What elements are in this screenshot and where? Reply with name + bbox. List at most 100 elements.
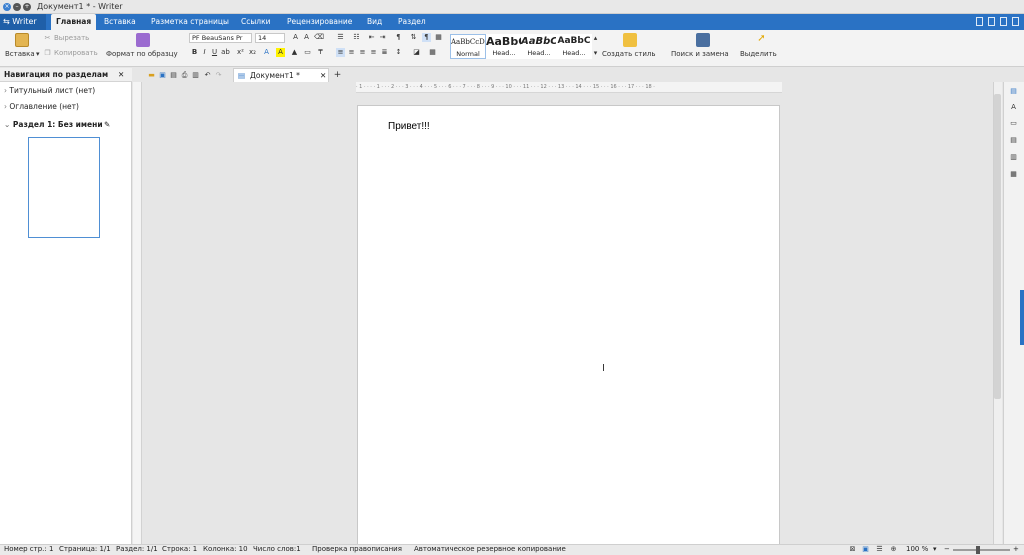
bullet-list-icon[interactable]: ☰ bbox=[336, 33, 345, 42]
format-painter-button[interactable]: Формат по образцу bbox=[106, 50, 178, 58]
nav-item-toc[interactable]: › Оглавление (нет) bbox=[0, 100, 132, 113]
style-heading-2[interactable]: AaBbC Head... bbox=[521, 34, 557, 59]
undo-icon[interactable]: ↶ bbox=[203, 71, 212, 80]
show-marks-icon[interactable]: ¶ bbox=[422, 33, 431, 42]
outline-view-icon[interactable]: ☰ bbox=[875, 545, 884, 554]
eye-protect-icon[interactable]: ⊠ bbox=[848, 545, 857, 554]
align-left-icon[interactable]: ≡ bbox=[336, 48, 345, 57]
styles-scroll-up-icon[interactable]: ▴ bbox=[591, 34, 600, 43]
find-replace-button[interactable]: Поиск и замена bbox=[671, 50, 729, 58]
italic-icon[interactable]: I bbox=[200, 48, 209, 57]
zoom-slider-handle[interactable] bbox=[976, 546, 980, 554]
create-style-button[interactable]: Создать стиль bbox=[602, 50, 656, 58]
char-border-icon[interactable]: ▭ bbox=[303, 48, 312, 57]
export-pdf-icon[interactable]: ▤ bbox=[169, 71, 178, 80]
text-direction-icon[interactable]: ¶ bbox=[394, 33, 403, 42]
char-shading-icon[interactable]: ▲ bbox=[290, 48, 299, 57]
share-icon[interactable]: ▦ bbox=[1009, 170, 1018, 179]
bold-icon[interactable]: B bbox=[190, 48, 199, 57]
page-view-icon[interactable]: ▣ bbox=[861, 545, 870, 554]
minimize-ribbon-icon[interactable] bbox=[1000, 17, 1007, 26]
superscript-icon[interactable]: x² bbox=[236, 48, 245, 57]
document-text[interactable]: Привет!!! bbox=[388, 121, 430, 132]
scrollbar-thumb[interactable] bbox=[994, 94, 1001, 399]
style-normal[interactable]: AaBbCcDd Normal bbox=[450, 34, 486, 59]
select-button[interactable]: Выделить bbox=[740, 50, 777, 58]
page-thumbnail[interactable] bbox=[28, 137, 100, 238]
save-icon[interactable]: ▣ bbox=[158, 71, 167, 80]
style-heading-1[interactable]: AaBbCHead... bbox=[486, 34, 522, 59]
tab-insert[interactable]: Вставка bbox=[99, 14, 141, 30]
backup-icon[interactable]: ▥ bbox=[1009, 153, 1018, 162]
new-tab-icon[interactable]: + bbox=[333, 71, 342, 80]
document-page[interactable] bbox=[357, 105, 780, 545]
print-icon[interactable]: ⎙ bbox=[180, 71, 189, 80]
shrink-font-icon[interactable]: A bbox=[302, 33, 311, 42]
zoom-level[interactable]: 100 % bbox=[906, 544, 928, 555]
zoom-dropdown-icon[interactable]: ▾ bbox=[933, 544, 937, 555]
side-panel-handle[interactable] bbox=[1020, 290, 1024, 345]
cut-button[interactable]: Вырезать bbox=[54, 34, 89, 42]
justify-icon[interactable]: ≡ bbox=[369, 48, 378, 57]
nav-item-section-1[interactable]: ⌄ Раздел 1: Без имени ✎ bbox=[0, 118, 132, 131]
select-objects-icon[interactable]: ▭ bbox=[1009, 119, 1018, 128]
sort-icon[interactable]: ⇅ bbox=[409, 33, 418, 42]
redo-icon[interactable]: ↷ bbox=[214, 71, 223, 80]
font-size-combo[interactable]: 14 bbox=[255, 33, 285, 43]
app-menu-button[interactable]: ⇆ Writer bbox=[0, 14, 46, 30]
decrease-indent-icon[interactable]: ⇤ bbox=[367, 33, 376, 42]
tab-page-layout[interactable]: Разметка страницы bbox=[146, 14, 234, 30]
new-doc-icon[interactable]: ▤ bbox=[1009, 87, 1018, 96]
subscript-icon[interactable]: x₂ bbox=[248, 48, 257, 57]
font-color-icon[interactable]: A bbox=[262, 48, 271, 57]
borders-icon[interactable]: ▦ bbox=[428, 48, 437, 57]
line-spacing-icon[interactable]: ↕ bbox=[394, 48, 403, 57]
close-tab-icon[interactable]: ✕ bbox=[320, 69, 326, 82]
skin-icon[interactable] bbox=[976, 17, 983, 26]
tab-references[interactable]: Ссылки bbox=[236, 14, 275, 30]
tab-review[interactable]: Рецензирование bbox=[282, 14, 357, 30]
styles-more-icon[interactable]: ▾ bbox=[591, 49, 600, 58]
underline-icon[interactable]: U bbox=[210, 48, 219, 57]
font-name-combo[interactable]: PF BeauSans Pr bbox=[189, 33, 252, 43]
autosave-status[interactable]: Автоматическое резервное копирование bbox=[414, 544, 566, 555]
align-center-icon[interactable]: ≡ bbox=[347, 48, 356, 57]
tab-view[interactable]: Вид bbox=[362, 14, 387, 30]
print-preview-icon[interactable]: ▥ bbox=[191, 71, 200, 80]
maximize-icon[interactable]: + bbox=[23, 3, 31, 11]
style-pane-icon[interactable]: A bbox=[1009, 103, 1018, 112]
edit-icon[interactable]: ✎ bbox=[104, 118, 110, 131]
copy-button[interactable]: Копировать bbox=[54, 49, 98, 57]
paste-button[interactable]: Вставка bbox=[5, 50, 35, 58]
increase-indent-icon[interactable]: ⇥ bbox=[378, 33, 387, 42]
chinese-layout-icon[interactable]: ▦ bbox=[434, 33, 443, 42]
spellcheck-toggle[interactable]: Проверка правописания bbox=[312, 544, 402, 555]
numbered-list-icon[interactable]: ☷ bbox=[352, 33, 361, 42]
zoom-in-icon[interactable]: + bbox=[1013, 544, 1019, 555]
clear-format-icon[interactable]: ⌫ bbox=[314, 33, 324, 42]
strikethrough-icon[interactable]: ab bbox=[221, 48, 230, 57]
zoom-out-icon[interactable]: − bbox=[944, 544, 950, 555]
tab-home[interactable]: Главная bbox=[51, 14, 97, 30]
help-icon[interactable] bbox=[1012, 17, 1019, 26]
nav-item-title-page[interactable]: › Титульный лист (нет) bbox=[0, 84, 132, 97]
close-icon[interactable]: ✕ bbox=[118, 68, 124, 82]
paragraph-shading-icon[interactable]: ◪ bbox=[412, 48, 421, 57]
word-count[interactable]: Число слов:1 bbox=[253, 544, 301, 555]
restore-icon[interactable] bbox=[988, 17, 995, 26]
document-tab[interactable]: ▤ Документ1 * ✕ bbox=[233, 68, 329, 82]
text-effect-icon[interactable]: ₸ bbox=[316, 48, 325, 57]
distribute-icon[interactable]: ≣ bbox=[380, 48, 389, 57]
close-icon[interactable]: × bbox=[3, 3, 11, 11]
grow-font-icon[interactable]: A bbox=[291, 33, 300, 42]
minimize-icon[interactable]: – bbox=[13, 3, 21, 11]
tab-section[interactable]: Раздел bbox=[393, 14, 431, 30]
zoom-slider[interactable] bbox=[953, 549, 1010, 551]
properties-icon[interactable]: ▤ bbox=[1009, 136, 1018, 145]
highlight-icon[interactable]: A bbox=[276, 48, 285, 57]
web-view-icon[interactable]: ⊕ bbox=[889, 545, 898, 554]
paste-icon[interactable] bbox=[15, 33, 29, 47]
open-icon[interactable]: ▬ bbox=[147, 71, 156, 80]
align-right-icon[interactable]: ≡ bbox=[358, 48, 367, 57]
style-heading-3[interactable]: AaBbC Head... bbox=[556, 34, 592, 59]
